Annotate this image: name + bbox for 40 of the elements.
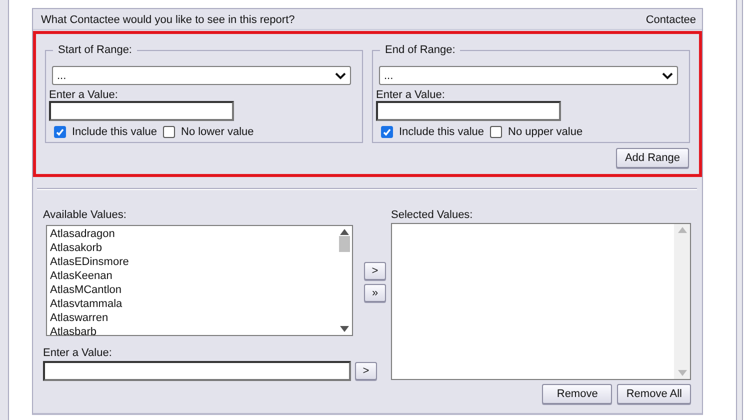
checkbox-label: No lower value bbox=[181, 126, 254, 138]
list-item[interactable]: AtlasKeenan bbox=[50, 269, 333, 283]
move-button[interactable]: » bbox=[364, 284, 386, 302]
list-item[interactable]: Atlaswarren bbox=[50, 311, 333, 325]
list-item[interactable]: Atlasvtammala bbox=[50, 297, 333, 311]
scroll-thumb[interactable] bbox=[338, 236, 350, 252]
chevron-down-icon bbox=[335, 72, 346, 80]
range-dropdown[interactable]: ... bbox=[52, 66, 351, 85]
list-item[interactable]: Atlasadragon bbox=[50, 227, 333, 241]
list-item[interactable]: Atlasakorb bbox=[50, 241, 333, 255]
add-range-button[interactable]: Add Range bbox=[616, 148, 689, 168]
checkbox-label: Include this value bbox=[399, 126, 484, 138]
checkbox[interactable] bbox=[381, 126, 393, 138]
list-label: Selected Values: bbox=[391, 209, 474, 221]
checkbox[interactable] bbox=[54, 126, 66, 138]
move-button[interactable]: > bbox=[364, 262, 386, 280]
remove-button[interactable]: Remove All bbox=[617, 384, 691, 404]
value-label: Enter a Value: bbox=[49, 89, 118, 101]
scroll-down-icon[interactable] bbox=[340, 326, 348, 332]
field-name: Contactee bbox=[646, 14, 696, 28]
chevron-down-icon bbox=[662, 72, 673, 80]
list-item[interactable]: AtlasEDinsmore bbox=[50, 255, 333, 269]
checkbox[interactable] bbox=[163, 126, 175, 138]
remove-button[interactable]: Remove bbox=[542, 384, 612, 404]
range-legend: Start of Range: bbox=[53, 44, 137, 56]
list-item[interactable]: Atlasbarb bbox=[50, 325, 333, 339]
prompt-question: What Contactee would you like to see in this report? bbox=[41, 14, 295, 28]
value-input[interactable] bbox=[376, 101, 561, 121]
value-label: Enter a Value: bbox=[376, 89, 445, 101]
checkbox-label: No upper value bbox=[508, 126, 583, 138]
list-item[interactable]: AtlasMCantlon bbox=[50, 283, 333, 297]
range-dropdown[interactable]: ... bbox=[379, 66, 678, 85]
list-label: Available Values: bbox=[43, 209, 126, 221]
checkbox[interactable] bbox=[490, 126, 502, 138]
value-label: Enter a Value: bbox=[43, 347, 113, 359]
value-input[interactable] bbox=[43, 361, 351, 381]
enter-value-button[interactable]: > bbox=[355, 362, 377, 380]
value-input[interactable] bbox=[49, 101, 234, 121]
range-legend: End of Range: bbox=[380, 44, 460, 56]
checkbox-label: Include this value bbox=[72, 126, 157, 138]
